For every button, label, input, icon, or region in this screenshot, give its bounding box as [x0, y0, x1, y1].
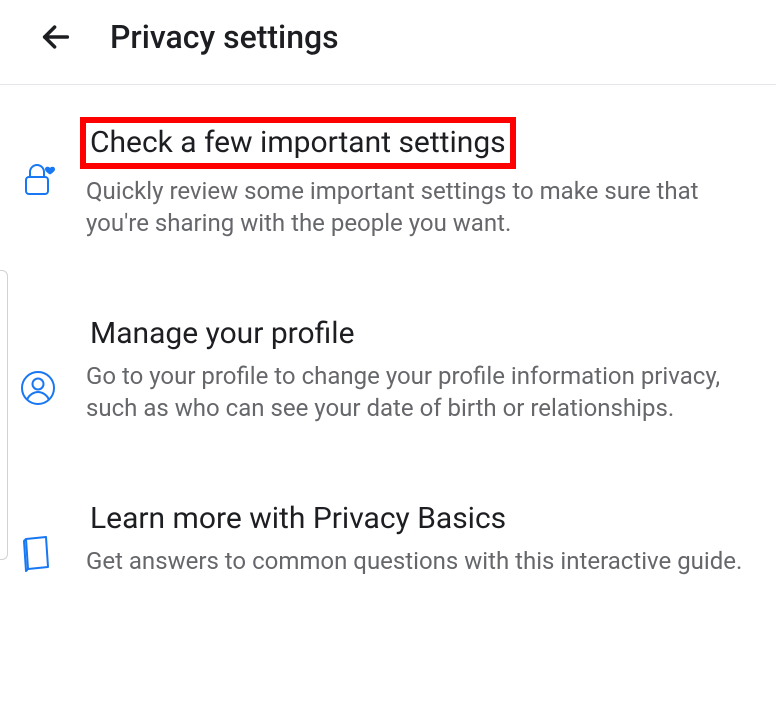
item-title: Manage your profile [86, 314, 756, 354]
header-bar: Privacy settings [0, 0, 776, 85]
settings-list: Check a few important settings Quickly r… [0, 85, 776, 619]
profile-icon [20, 370, 56, 406]
item-title: Learn more with Privacy Basics [86, 499, 756, 539]
back-button[interactable] [38, 19, 74, 55]
list-item-check-settings[interactable]: Check a few important settings Quickly r… [20, 95, 756, 262]
item-icon-wrap [20, 117, 66, 199]
book-icon [20, 535, 54, 575]
item-body: Manage your profile Go to your profile t… [66, 314, 756, 425]
item-subtitle: Quickly review some important settings t… [86, 175, 756, 240]
item-subtitle: Get answers to common questions with thi… [86, 545, 756, 577]
item-icon-wrap [20, 314, 66, 406]
item-icon-wrap [20, 499, 66, 575]
page-title: Privacy settings [110, 18, 339, 56]
arrow-left-icon [39, 20, 73, 54]
item-subtitle: Go to your profile to change your profil… [86, 360, 756, 425]
scroll-indicator [0, 270, 8, 560]
lock-heart-icon [20, 159, 60, 199]
item-title: Check a few important settings [80, 117, 516, 169]
list-item-privacy-basics[interactable]: Learn more with Privacy Basics Get answe… [20, 477, 756, 599]
list-item-manage-profile[interactable]: Manage your profile Go to your profile t… [20, 292, 756, 447]
item-body: Check a few important settings Quickly r… [66, 117, 756, 240]
item-body: Learn more with Privacy Basics Get answe… [66, 499, 756, 577]
